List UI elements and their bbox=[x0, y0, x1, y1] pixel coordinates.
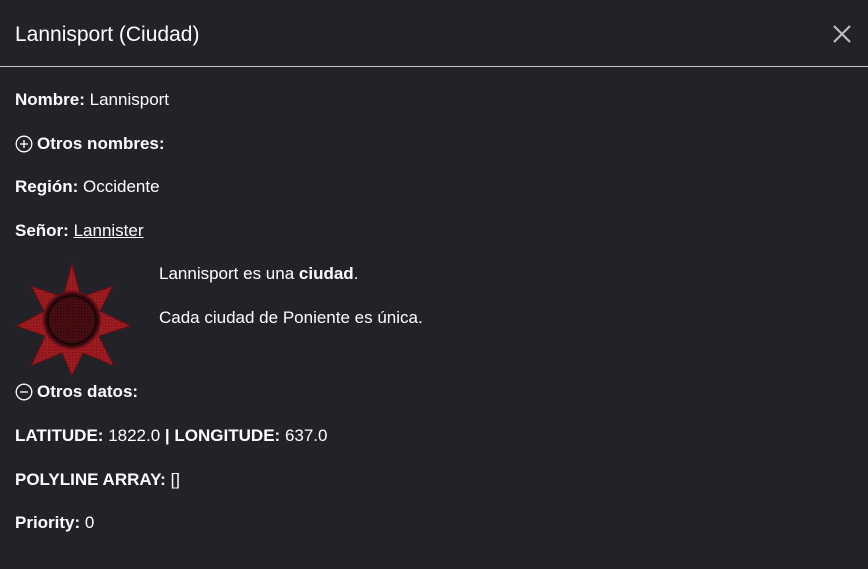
description-line-2: Cada ciudad de Poniente es única. bbox=[159, 308, 423, 327]
close-icon bbox=[833, 25, 851, 43]
longitude-value: 637.0 bbox=[284, 426, 328, 445]
description-type: ciudad bbox=[298, 264, 354, 283]
polyline-label: POLYLINE ARRAY: bbox=[15, 470, 166, 489]
region-value: Occidente bbox=[83, 177, 160, 196]
dialog-title: Lannisport (Ciudad) bbox=[15, 23, 200, 46]
priority-value: 0 bbox=[84, 513, 95, 532]
plus-circle-icon bbox=[15, 135, 33, 153]
priority-row: Priority: 0 bbox=[15, 512, 94, 534]
nombre-value: Lannisport bbox=[89, 90, 170, 109]
location-dialog: Lannisport (Ciudad) Nombre: Lannisport O… bbox=[0, 0, 868, 569]
priority-label: Priority: bbox=[15, 513, 81, 532]
otros-nombres-label: Otros nombres: bbox=[37, 134, 165, 153]
description-prefix: Lannisport es una bbox=[159, 264, 299, 283]
minus-circle-icon bbox=[15, 383, 33, 401]
close-button[interactable] bbox=[830, 22, 854, 46]
senor-row: Señor: Lannister bbox=[15, 220, 144, 242]
longitude-label: LONGITUDE: bbox=[174, 426, 281, 445]
senor-label: Señor: bbox=[15, 221, 69, 240]
otros-datos-toggle[interactable]: Otros datos: bbox=[15, 381, 138, 403]
coordinate-separator: | bbox=[164, 426, 170, 445]
latitude-value: 1822.0 bbox=[108, 426, 161, 445]
otros-datos-label: Otros datos: bbox=[37, 382, 139, 401]
nombre-row: Nombre: Lannisport bbox=[15, 89, 169, 111]
otros-nombres-row: Otros nombres: bbox=[15, 133, 165, 159]
red-star-emblem bbox=[14, 261, 133, 378]
otros-nombres-toggle[interactable]: Otros nombres: bbox=[15, 133, 165, 155]
senor-link[interactable]: Lannister bbox=[74, 221, 144, 240]
description-line-1: Lannisport es una ciudad. bbox=[159, 263, 358, 285]
nombre-label: Nombre: bbox=[15, 90, 85, 109]
polyline-value: [] bbox=[170, 470, 181, 489]
latitude-label: LATITUDE: bbox=[15, 426, 104, 445]
otros-datos-row: Otros datos: bbox=[15, 381, 138, 407]
polyline-row: POLYLINE ARRAY: [] bbox=[15, 469, 180, 491]
coordinates-row: LATITUDE: 1822.0 | LONGITUDE: 637.0 bbox=[15, 425, 327, 447]
region-row: Región: Occidente bbox=[15, 176, 160, 198]
description-suffix: . bbox=[353, 264, 359, 283]
dialog-header: Lannisport (Ciudad) bbox=[0, 0, 868, 67]
region-label: Región: bbox=[15, 177, 79, 196]
